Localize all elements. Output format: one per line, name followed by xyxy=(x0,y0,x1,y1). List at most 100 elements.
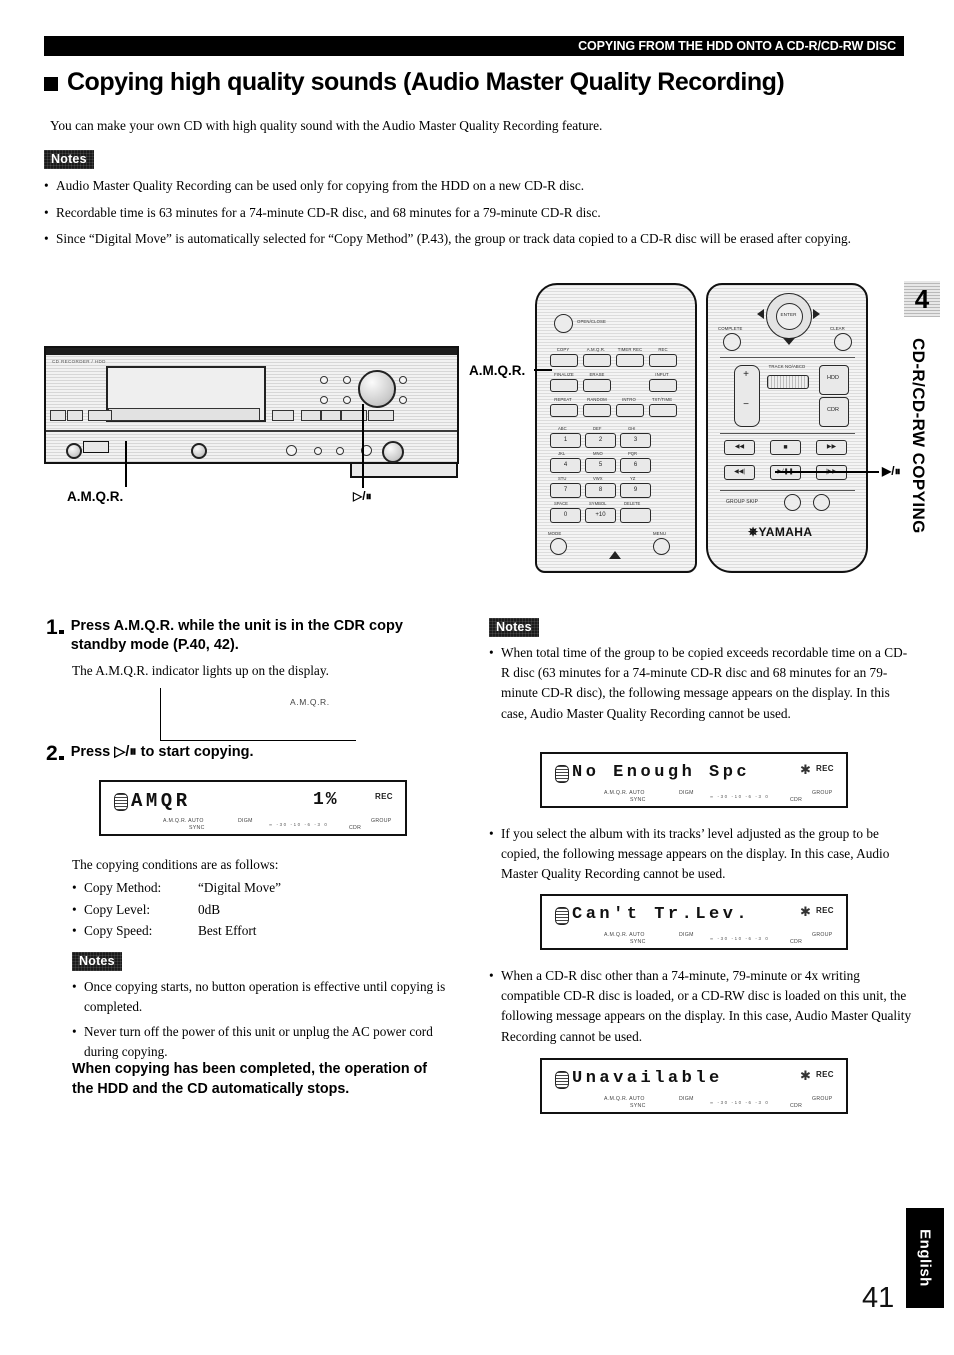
deck-indicator-dot xyxy=(399,396,407,404)
open-close-button[interactable] xyxy=(554,314,573,333)
deck-brand-label: CD RECORDER / HDD xyxy=(52,359,106,364)
down-arrow-icon[interactable] xyxy=(783,338,795,345)
deck-button-small[interactable] xyxy=(336,447,344,455)
step-1-number: 1 xyxy=(46,617,64,656)
deck-jog-dial[interactable] xyxy=(358,370,396,408)
stop-button[interactable]: ■ xyxy=(770,440,801,455)
finalize-button[interactable] xyxy=(550,379,578,392)
key-plus10-digit: +10 xyxy=(595,512,606,518)
key-6[interactable]: 6 xyxy=(620,458,651,473)
deck-button[interactable] xyxy=(321,410,341,421)
note-text: When total time of the group to be copie… xyxy=(501,645,908,721)
group-skip-left-button[interactable] xyxy=(784,494,801,511)
deck-button[interactable] xyxy=(301,410,321,421)
lcd-rec-indicator: REC xyxy=(816,764,834,773)
step-1-subtext: The A.M.Q.R. indicator lights up on the … xyxy=(72,663,329,678)
key-letters: GHI xyxy=(628,426,636,431)
deck-button-small[interactable] xyxy=(286,445,297,456)
lcd-sync-label: SYNC xyxy=(630,939,646,945)
intro-label: INTRO xyxy=(622,397,636,402)
deck-button-small[interactable] xyxy=(314,447,322,455)
key-7-digit: 7 xyxy=(563,487,568,493)
notes-label: Notes xyxy=(72,952,122,971)
lcd-error-2-main-text: Can't Tr.Lev. xyxy=(572,905,751,924)
key-letters: SPACE xyxy=(554,501,568,506)
lcd-rec-indicator: REC xyxy=(375,792,393,801)
forward-button[interactable]: ▶▶ xyxy=(816,440,847,455)
deck-top-strip xyxy=(46,348,457,355)
condition-row: • Copy Level: 0dB xyxy=(72,899,442,921)
key-plus10[interactable]: +10 xyxy=(585,508,616,523)
amqr-button[interactable] xyxy=(583,354,611,367)
key-0[interactable]: 0 xyxy=(550,508,581,523)
menu-button[interactable] xyxy=(653,538,670,555)
deck-power-button[interactable] xyxy=(66,443,82,459)
complete-label: COMPLETE xyxy=(718,326,743,331)
bullet-icon: • xyxy=(489,968,494,983)
erase-label: ERASE xyxy=(589,372,605,377)
input-button[interactable] xyxy=(649,379,677,392)
intro-paragraph: You can make your own CD with high quali… xyxy=(50,118,603,133)
clear-button[interactable] xyxy=(834,333,852,351)
txt-time-button[interactable] xyxy=(649,404,677,417)
key-letters: ABC xyxy=(558,426,567,431)
up-arrow-icon[interactable] xyxy=(609,551,621,559)
amqr-label: A.M.Q.R. xyxy=(586,347,606,352)
left-arrow-icon[interactable] xyxy=(757,309,764,319)
key-8[interactable]: 8 xyxy=(585,483,616,498)
key-7[interactable]: 7 xyxy=(550,483,581,498)
mode-button[interactable] xyxy=(550,538,567,555)
key-delete[interactable] xyxy=(620,508,651,523)
callout-line-amqr xyxy=(125,441,127,487)
deck-button[interactable] xyxy=(50,410,66,421)
rec-button[interactable] xyxy=(649,354,677,367)
step-2: 2 Press ▷/⏸ to start copying. xyxy=(46,743,446,764)
lcd-level-meter-scale: ∞ -30 -10 -6 -3 0 xyxy=(269,822,329,827)
key-4[interactable]: 4 xyxy=(550,458,581,473)
blink-star-icon: ✱ xyxy=(800,762,811,777)
key-2[interactable]: 2 xyxy=(585,433,616,448)
deck-button[interactable] xyxy=(67,410,83,421)
remote-play-callout-label: ▶/⏸ xyxy=(882,464,901,478)
group-skip-right-button[interactable] xyxy=(813,494,830,511)
track-no-button[interactable] xyxy=(767,375,809,389)
key-3[interactable]: 3 xyxy=(620,433,651,448)
prev-track-button[interactable]: ◀◀| xyxy=(724,465,755,480)
random-button[interactable] xyxy=(583,404,611,417)
cdr-label: CDR xyxy=(827,407,839,413)
copy-button[interactable] xyxy=(550,354,578,367)
right-arrow-icon[interactable] xyxy=(813,309,820,319)
intro-button[interactable] xyxy=(616,404,644,417)
deck-amqr-button[interactable] xyxy=(83,441,109,453)
lcd-group-label: GROUP xyxy=(371,818,392,824)
deck-volume-knob[interactable] xyxy=(382,441,404,463)
key-letters: MNO xyxy=(593,451,603,456)
finalize-label: FINALIZE xyxy=(554,372,574,377)
key-9[interactable]: 9 xyxy=(620,483,651,498)
condition-key: Copy Speed: xyxy=(84,923,153,939)
remote-control-upper: OPEN/CLOSE COPY A.M.Q.R. TIMER REC REC F… xyxy=(535,283,697,573)
key-1[interactable]: 1 xyxy=(550,433,581,448)
key-3-digit: 3 xyxy=(633,437,638,443)
divider xyxy=(720,357,855,359)
disc-icon xyxy=(114,793,128,811)
note-item: • Since “Digital Move” is automatically … xyxy=(44,229,912,249)
rewind-button[interactable]: ◀◀ xyxy=(724,440,755,455)
condition-row: • Copy Method: “Digital Move” xyxy=(72,877,442,899)
deck-button[interactable] xyxy=(88,410,112,421)
repeat-button[interactable] xyxy=(550,404,578,417)
deck-button[interactable] xyxy=(368,410,394,421)
timer-rec-button[interactable] xyxy=(616,354,644,367)
condition-row: • Copy Speed: Best Effort xyxy=(72,920,442,942)
complete-button[interactable] xyxy=(723,333,741,351)
hdd-label: HDD xyxy=(827,375,839,381)
key-letters: STU xyxy=(558,476,567,481)
deck-divider xyxy=(46,430,457,432)
random-label: RANDOM xyxy=(587,397,607,402)
deck-button[interactable] xyxy=(272,410,294,421)
bullet-icon: • xyxy=(489,645,494,660)
note-item: • Audio Master Quality Recording can be … xyxy=(44,176,912,196)
key-5[interactable]: 5 xyxy=(585,458,616,473)
erase-button[interactable] xyxy=(583,379,611,392)
lcd-digm-label: DIGM xyxy=(679,932,694,938)
